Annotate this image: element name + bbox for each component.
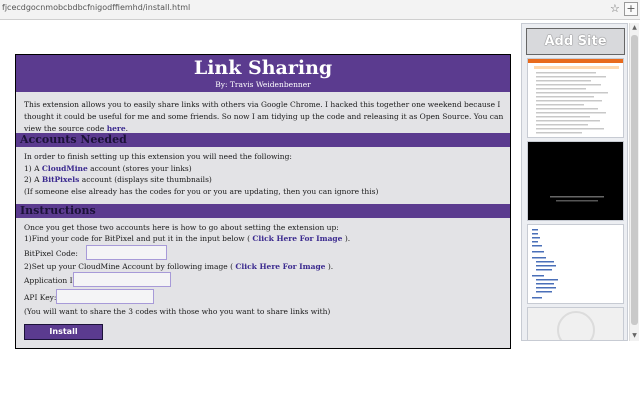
intro-end: . [125,124,129,133]
intro-text: This extension allows you to easily shar… [24,100,504,133]
faded-webpage-thumbnail-image [557,311,595,340]
accounts-lead: In order to finish setting up this exten… [24,152,292,161]
page-header: Link Sharing By: Travis Weidenbenner [16,55,510,92]
bookmark-star-icon[interactable]: ☆ [610,2,620,16]
add-site-button[interactable]: Add Site [526,28,625,55]
instructions-heading: Instructions [16,204,510,218]
page-title: Link Sharing [193,57,333,79]
item2-prefix: 2) A [24,175,42,184]
site-thumbnail[interactable] [527,141,624,221]
intro-paragraph: This extension allows you to easily shar… [24,99,508,135]
scroll-up-icon[interactable]: ▲ [630,23,639,33]
bitpixel-code-label: BitPixel Code: [24,249,78,258]
step1-suffix: ). [342,234,351,243]
webpage-thumbnail-image [528,59,623,134]
account-item-bitpixels: 2) A BitPixels account (displays site th… [24,174,504,186]
instructions-lead: Once you get those two accounts here is … [24,223,339,232]
install-button[interactable]: Install [24,324,103,340]
item2-suffix: account (displays site thumbnails) [79,175,212,184]
accounts-note: (If someone else already has the codes f… [24,186,379,196]
author-byline: By: Travis Weidenbenner [215,80,311,89]
accounts-heading: Accounts Needed [16,133,510,147]
item1-suffix: account (stores your links) [87,163,192,173]
step2-prefix: 2)Set up your CloudMine Account by follo… [24,262,236,271]
application-id-input[interactable] [73,272,171,287]
account-item-cloudmine: 1) A CloudMine account (stores your link… [24,163,504,175]
api-key-input[interactable] [56,289,154,304]
scrollbar-thumb[interactable] [631,35,638,325]
dark-webpage-thumbnail-image [528,142,623,220]
new-tab-plus-icon[interactable]: + [624,2,638,16]
site-thumbnail[interactable] [527,224,624,304]
item1-prefix: 1) A [24,163,42,173]
bitpixels-link[interactable]: BitPixels [42,175,79,184]
site-thumbnail[interactable] [527,58,624,138]
source-code-link[interactable]: here [107,124,126,133]
list-webpage-thumbnail-image [532,229,558,299]
bitpixel-code-input[interactable] [86,245,167,260]
instructions-section: Once you get those two accounts here is … [24,222,504,244]
url-text[interactable]: fjcecdgocnmobcbdbcfnigodffiemhd/install.… [2,3,190,12]
bitpixel-image-link[interactable]: Click Here For Image [252,234,342,243]
api-key-label: API Key: [24,293,57,302]
step-2: 2)Set up your CloudMine Account by follo… [24,262,333,272]
site-thumbnail[interactable] [527,307,624,340]
address-bar[interactable]: fjcecdgocnmobcbdbcfnigodffiemhd/install.… [0,0,640,20]
cloudmine-link[interactable]: CloudMine [42,164,88,173]
cloudmine-image-link[interactable]: Click Here For Image [235,262,325,271]
step2-suffix: ). [325,262,334,271]
preview-scrollbar[interactable]: ▲ ▼ [629,23,639,341]
site-preview-column: Add Site [521,23,628,341]
codes-note: (You will want to share the 3 codes with… [24,307,331,316]
install-panel: Link Sharing By: Travis Weidenbenner Thi… [15,54,511,349]
step-1: 1)Find your code for BitPixel and put it… [24,233,504,244]
step1-prefix: 1)Find your code for BitPixel and put it… [24,234,253,243]
accounts-section: In order to finish setting up this exten… [24,151,504,197]
scroll-down-icon[interactable]: ▼ [630,331,639,341]
